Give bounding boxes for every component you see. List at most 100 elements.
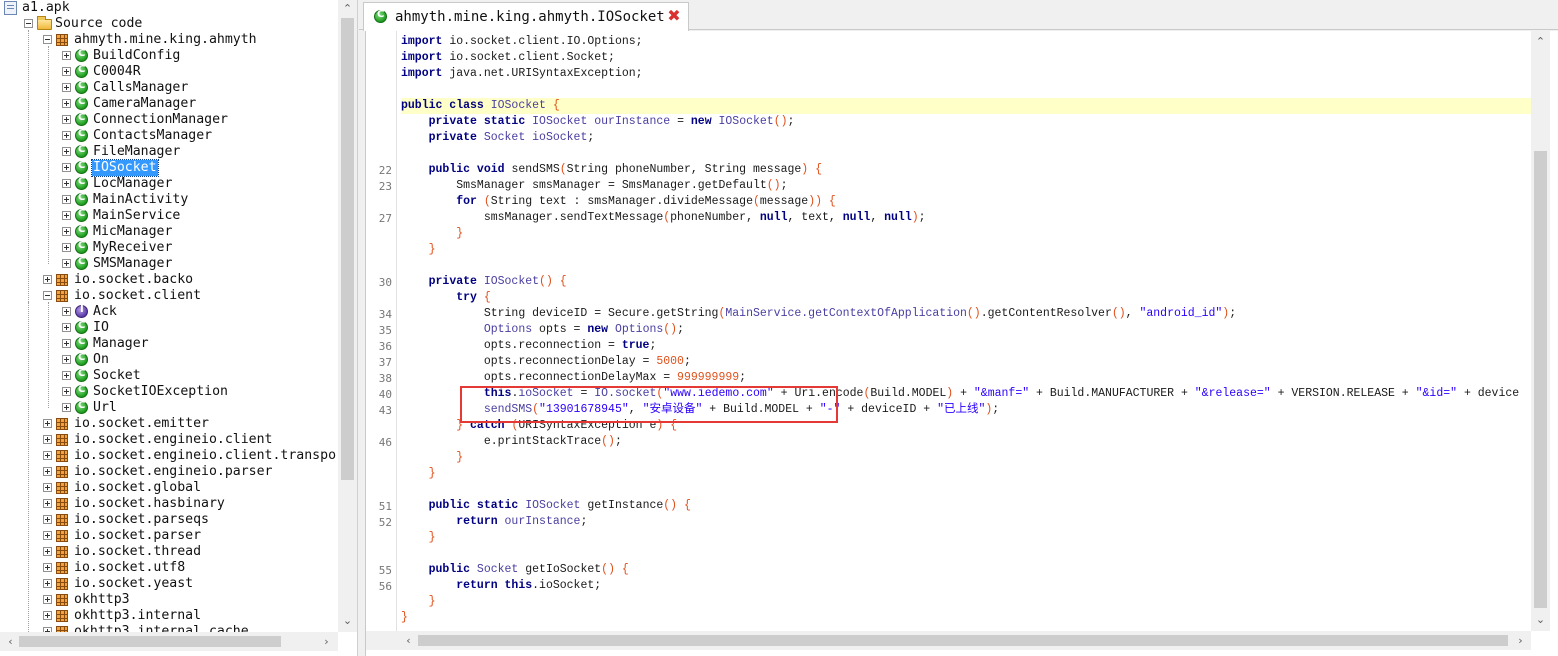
expand-icon[interactable] [62,179,71,188]
scroll-down-arrow-icon[interactable]: ⌄ [339,612,356,629]
tree-item-class[interactable]: Socket [0,368,338,384]
tree-item-package[interactable]: io.socket.engineio.parser [0,464,338,480]
expand-icon[interactable] [43,483,52,492]
expand-icon[interactable] [62,243,71,252]
tree-item-class[interactable]: Manager [0,336,338,352]
tree-item-package[interactable]: io.socket.client [0,288,338,304]
expand-icon[interactable] [43,435,52,444]
tree-item-package[interactable]: io.socket.global [0,480,338,496]
scroll-right-arrow-icon[interactable]: › [318,633,335,650]
expand-icon[interactable] [43,275,52,284]
tree-item-class[interactable]: FileManager [0,144,338,160]
editor-hscroll-thumb[interactable] [418,635,1508,646]
tree-item-class[interactable]: C0004R [0,64,338,80]
tree-item-package[interactable]: io.socket.engineio.client.transport [0,448,338,464]
tree-item-class[interactable]: CameraManager [0,96,338,112]
expand-icon[interactable] [62,195,71,204]
tree-item[interactable]: a1.apk [0,0,338,16]
tree-scroll-thumb[interactable] [341,18,354,480]
expand-icon[interactable] [62,99,71,108]
class-icon [75,384,88,398]
expand-icon[interactable] [62,83,71,92]
expand-icon[interactable] [62,51,71,60]
tree-hscroll-thumb[interactable] [19,636,281,647]
tree-item-class[interactable]: Url [0,400,338,416]
expand-icon[interactable] [43,515,52,524]
expand-icon[interactable] [62,115,71,124]
tree-item-package[interactable]: io.socket.hasbinary [0,496,338,512]
expand-icon[interactable] [62,387,71,396]
expand-icon[interactable] [62,323,71,332]
scroll-left-arrow-icon[interactable]: ‹ [2,633,19,650]
tree-item-package[interactable]: io.socket.backo [0,272,338,288]
expand-icon[interactable] [62,371,71,380]
tree-item-class[interactable]: MainService [0,208,338,224]
scroll-up-arrow-icon[interactable]: ⌃ [339,0,356,17]
tree-vertical-scrollbar[interactable]: ⌃ ⌄ [338,0,357,632]
tree-item-package[interactable]: io.socket.parseqs [0,512,338,528]
scroll-left-arrow-icon[interactable]: ‹ [400,632,417,649]
tree-item-class[interactable]: ContactsManager [0,128,338,144]
collapse-icon[interactable] [43,35,52,44]
tree-item-class[interactable]: MyReceiver [0,240,338,256]
tree-item-class[interactable]: CallsManager [0,80,338,96]
tab-iosocket[interactable]: ahmyth.mine.king.ahmyth.IOSocket ✖ [363,2,689,31]
tree-item-class[interactable]: MainActivity [0,192,338,208]
editor-scroll-thumb[interactable] [1534,151,1547,608]
expand-icon[interactable] [43,451,52,460]
tree-item-class[interactable]: IO [0,320,338,336]
expand-icon[interactable] [62,163,71,172]
scroll-up-arrow-icon[interactable]: ⌃ [1532,33,1549,50]
expand-icon[interactable] [62,339,71,348]
tree-item-package[interactable]: io.socket.utf8 [0,560,338,576]
close-tab-icon[interactable]: ✖ [666,8,682,24]
tree-horizontal-scrollbar[interactable]: ‹ › [0,632,338,651]
tree-item[interactable]: Source code [0,16,338,32]
expand-icon[interactable] [43,595,52,604]
expand-icon[interactable] [62,147,71,156]
expand-icon[interactable] [62,227,71,236]
tree-item-package[interactable]: okhttp3 [0,592,338,608]
tree-item-class[interactable]: Ack [0,304,338,320]
editor-horizontal-scrollbar[interactable]: ‹ › [366,631,1531,650]
tree-item-class[interactable]: BuildConfig [0,48,338,64]
expand-icon[interactable] [62,355,71,364]
tree-item-class[interactable]: ConnectionManager [0,112,338,128]
tree-item-class[interactable]: SMSManager [0,256,338,272]
scroll-right-arrow-icon[interactable]: › [1512,632,1529,649]
tree-item-package[interactable]: io.socket.parser [0,528,338,544]
expand-icon[interactable] [62,259,71,268]
tree-item-package[interactable]: okhttp3.internal.cache [0,624,338,632]
tree-item-package[interactable]: io.socket.emitter [0,416,338,432]
expand-icon[interactable] [43,547,52,556]
tree-item-package[interactable]: ahmyth.mine.king.ahmyth [0,32,338,48]
collapse-icon[interactable] [43,291,52,300]
expand-icon[interactable] [62,211,71,220]
tree-item-package[interactable]: io.socket.engineio.client [0,432,338,448]
expand-icon[interactable] [43,467,52,476]
tree-item-class[interactable]: On [0,352,338,368]
expand-icon[interactable] [43,579,52,588]
tree-item-package[interactable]: okhttp3.internal [0,608,338,624]
code-token: return this [456,579,533,592]
expand-icon[interactable] [43,563,52,572]
expand-icon[interactable] [43,419,52,428]
editor-vertical-scrollbar[interactable]: ⌃ ⌄ [1531,31,1550,631]
collapse-icon[interactable] [24,19,33,28]
tree-item-class[interactable]: SocketIOException [0,384,338,400]
code-editor[interactable]: 22 23 27 30 34 35 36 37 38 40 43 46 51 52 55 56 import … [365,31,1558,656]
expand-icon[interactable] [43,499,52,508]
expand-icon[interactable] [62,131,71,140]
code-area[interactable]: import io.socket.client.IO.Options; impor… [401,31,1531,631]
expand-icon[interactable] [62,67,71,76]
expand-icon[interactable] [62,403,71,412]
tree-item-class[interactable]: IOSocket [0,159,338,177]
tree-item-package[interactable]: io.socket.thread [0,544,338,560]
tree-item-package[interactable]: io.socket.yeast [0,576,338,592]
expand-icon[interactable] [43,611,52,620]
expand-icon[interactable] [43,531,52,540]
expand-icon[interactable] [62,307,71,316]
scroll-down-arrow-icon[interactable]: ⌄ [1532,611,1549,628]
tree-item-class[interactable]: LocManager [0,176,338,192]
tree-item-class[interactable]: MicManager [0,224,338,240]
